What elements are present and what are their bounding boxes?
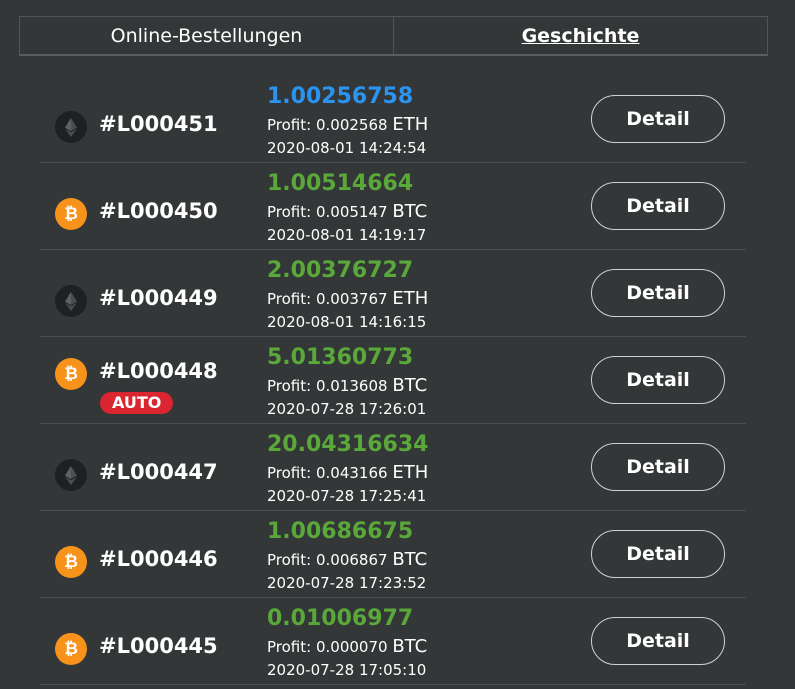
profit-label: Profit: bbox=[267, 377, 312, 395]
order-id: #L000451 bbox=[99, 112, 218, 136]
tab-bar: Online-Bestellungen Geschichte bbox=[19, 16, 768, 56]
order-row: #L000451 1.00256758 Profit: 0.002568 ETH 20… bbox=[40, 76, 746, 163]
profit-currency: ETH bbox=[392, 462, 429, 483]
profit-label: Profit: bbox=[267, 551, 312, 569]
profit-currency: BTC bbox=[392, 636, 428, 657]
bitcoin-icon: ₿ bbox=[55, 633, 87, 665]
order-id: #L000448 bbox=[99, 359, 218, 383]
order-amount: 1.00514664 bbox=[267, 171, 414, 196]
profit-currency: BTC bbox=[392, 549, 428, 570]
auto-badge: AUTO bbox=[100, 392, 174, 414]
detail-button[interactable]: Detail bbox=[591, 443, 725, 491]
profit-currency: BTC bbox=[392, 375, 428, 396]
profit-label: Profit: bbox=[267, 203, 312, 221]
order-amount: 0.01006977 bbox=[267, 606, 414, 631]
order-profit: Profit: 0.000070 BTC bbox=[267, 636, 427, 657]
profit-value: 0.000070 bbox=[315, 638, 388, 656]
order-timestamp: 2020-07-28 17:23:52 bbox=[267, 574, 427, 592]
detail-button[interactable]: Detail bbox=[591, 617, 725, 665]
profit-label: Profit: bbox=[267, 638, 312, 656]
order-timestamp: 2020-07-28 17:25:41 bbox=[267, 487, 427, 505]
profit-value: 0.013608 bbox=[315, 377, 388, 395]
order-row: #L000449 2.00376727 Profit: 0.003767 ETH 20… bbox=[40, 250, 746, 337]
detail-button[interactable]: Detail bbox=[591, 530, 725, 578]
order-row: ₿ #L000448 AUTO 5.01360773 Profit: 0.013608 … bbox=[40, 337, 746, 424]
order-profit: Profit: 0.003767 ETH bbox=[267, 288, 428, 309]
order-timestamp: 2020-08-01 14:16:15 bbox=[267, 313, 427, 331]
order-id: #L000450 bbox=[99, 199, 218, 223]
detail-button[interactable]: Detail bbox=[591, 95, 725, 143]
profit-value: 0.002568 bbox=[315, 116, 388, 134]
order-timestamp: 2020-07-28 17:26:01 bbox=[267, 400, 427, 418]
order-amount: 5.01360773 bbox=[267, 345, 414, 370]
tab-history[interactable]: Geschichte bbox=[394, 17, 767, 54]
detail-button[interactable]: Detail bbox=[591, 269, 725, 317]
order-row: ₿ #L000445 0.01006977 Profit: 0.000070 BTC 2… bbox=[40, 598, 746, 685]
order-row: ₿ #L000450 1.00514664 Profit: 0.005147 BTC 2… bbox=[40, 163, 746, 250]
order-row: #L000447 20.04316634 Profit: 0.043166 ETH 2… bbox=[40, 424, 746, 511]
ethereum-icon bbox=[55, 285, 87, 317]
order-id: #L000446 bbox=[99, 547, 218, 571]
order-amount: 20.04316634 bbox=[267, 432, 429, 457]
order-profit: Profit: 0.043166 ETH bbox=[267, 462, 428, 483]
order-profit: Profit: 0.013608 BTC bbox=[267, 375, 427, 396]
profit-currency: ETH bbox=[392, 288, 429, 309]
profit-label: Profit: bbox=[267, 290, 312, 308]
detail-button[interactable]: Detail bbox=[591, 182, 725, 230]
order-profit: Profit: 0.006867 BTC bbox=[267, 549, 427, 570]
ethereum-icon bbox=[55, 459, 87, 491]
order-list: #L000451 1.00256758 Profit: 0.002568 ETH 20… bbox=[40, 76, 746, 685]
order-id: #L000447 bbox=[99, 460, 218, 484]
profit-label: Profit: bbox=[267, 116, 312, 134]
profit-currency: BTC bbox=[392, 201, 428, 222]
order-timestamp: 2020-08-01 14:19:17 bbox=[267, 226, 427, 244]
ethereum-icon bbox=[55, 111, 87, 143]
order-row: ₿ #L000446 1.00686675 Profit: 0.006867 BTC 2… bbox=[40, 511, 746, 598]
bitcoin-icon: ₿ bbox=[55, 546, 87, 578]
bitcoin-icon: ₿ bbox=[55, 198, 87, 230]
detail-button[interactable]: Detail bbox=[591, 356, 725, 404]
order-amount: 2.00376727 bbox=[267, 258, 414, 283]
order-id: #L000449 bbox=[99, 286, 218, 310]
order-profit: Profit: 0.002568 ETH bbox=[267, 114, 428, 135]
profit-value: 0.043166 bbox=[315, 464, 388, 482]
order-timestamp: 2020-07-28 17:05:10 bbox=[267, 661, 427, 679]
profit-value: 0.006867 bbox=[315, 551, 388, 569]
order-timestamp: 2020-08-01 14:24:54 bbox=[267, 139, 427, 157]
tab-online-orders[interactable]: Online-Bestellungen bbox=[20, 17, 394, 54]
profit-value: 0.003767 bbox=[315, 290, 388, 308]
order-amount: 1.00686675 bbox=[267, 519, 414, 544]
bitcoin-icon: ₿ bbox=[55, 358, 87, 390]
order-amount: 1.00256758 bbox=[267, 84, 414, 109]
profit-label: Profit: bbox=[267, 464, 312, 482]
order-id: #L000445 bbox=[99, 634, 218, 658]
profit-currency: ETH bbox=[392, 114, 429, 135]
profit-value: 0.005147 bbox=[315, 203, 388, 221]
order-profit: Profit: 0.005147 BTC bbox=[267, 201, 427, 222]
